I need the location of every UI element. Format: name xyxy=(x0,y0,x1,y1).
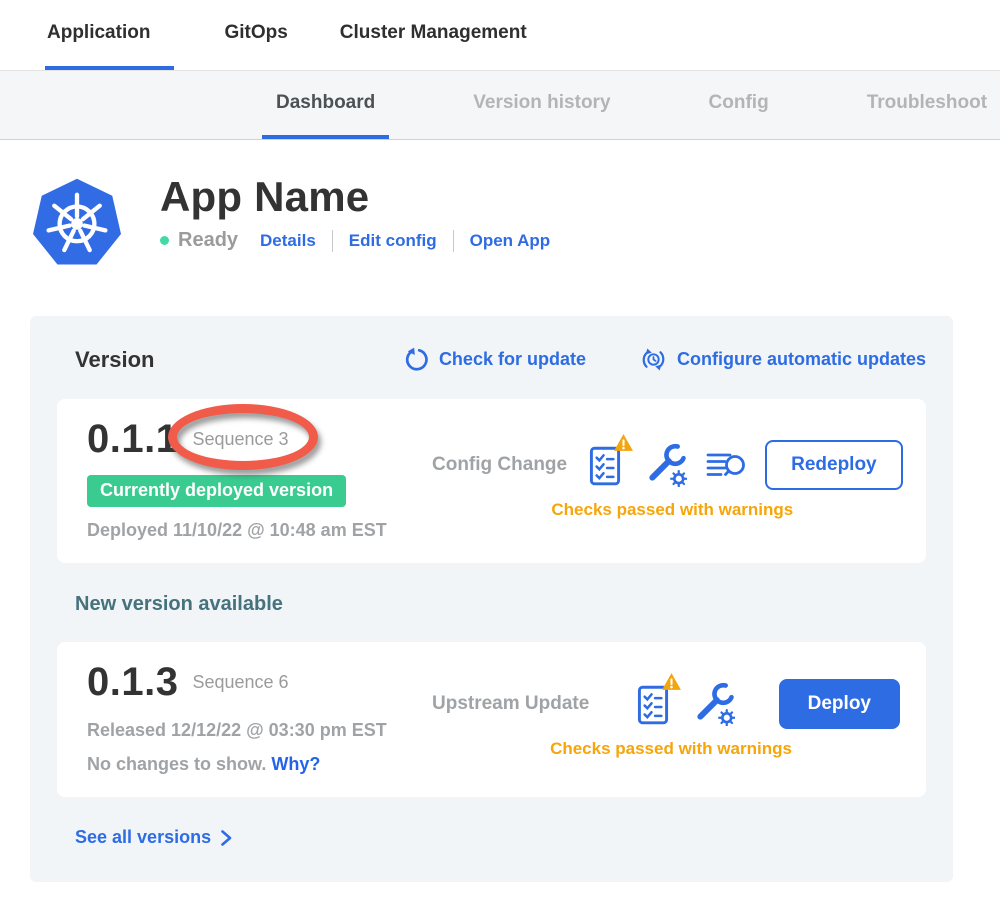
new-sequence-label: Sequence 6 xyxy=(192,672,288,693)
top-nav: Application GitOps Cluster Management xyxy=(0,0,1000,70)
version-panel: Version Check for update xyxy=(30,316,953,882)
status-dot-icon xyxy=(160,236,169,245)
no-changes-text: No changes to show. xyxy=(87,754,266,774)
wrench-gear-icon[interactable] xyxy=(643,443,687,487)
check-for-update-label: Check for update xyxy=(439,349,586,370)
see-all-versions-link[interactable]: See all versions xyxy=(75,827,233,848)
version-panel-actions: Check for update Configure automatic upd… xyxy=(404,346,926,373)
current-version-info: 0.1.1 Sequence 3 Currently deployed vers… xyxy=(87,419,432,541)
edit-config-link[interactable]: Edit config xyxy=(349,231,437,251)
check-for-update-link[interactable]: Check for update xyxy=(404,347,586,372)
kubernetes-logo-icon xyxy=(30,172,124,272)
sub-tab-config[interactable]: Config xyxy=(695,71,783,139)
details-link[interactable]: Details xyxy=(260,231,316,251)
version-panel-header: Version Check for update xyxy=(57,346,926,373)
current-sequence-label: Sequence 3 xyxy=(192,429,288,449)
new-version-number: 0.1.3 xyxy=(87,662,178,702)
new-version-card: 0.1.3 Sequence 6 Released 12/12/22 @ 03:… xyxy=(57,642,926,797)
sub-tab-version-history[interactable]: Version history xyxy=(459,71,624,139)
why-link[interactable]: Why? xyxy=(271,754,320,774)
no-changes-row: No changes to show. Why? xyxy=(87,754,432,775)
checks-status-new: Checks passed with warnings xyxy=(432,739,900,759)
current-version-number: 0.1.1 xyxy=(87,419,178,459)
status-badge: Ready xyxy=(178,229,238,252)
change-type-label: Upstream Update xyxy=(432,693,589,715)
deploy-button[interactable]: Deploy xyxy=(779,679,900,729)
app-header: App Name Ready Details Edit config Open … xyxy=(30,172,1000,272)
see-all-versions-label: See all versions xyxy=(75,827,211,848)
new-version-info: 0.1.3 Sequence 6 Released 12/12/22 @ 03:… xyxy=(87,662,432,775)
change-type-label: Config Change xyxy=(432,454,567,476)
app-status-row: Ready Details Edit config Open App xyxy=(160,229,550,252)
warning-triangle-icon xyxy=(613,433,634,452)
version-heading: Version xyxy=(75,347,154,373)
auto-update-clock-icon xyxy=(640,346,667,373)
new-version-actions: Upstream Update xyxy=(432,679,900,759)
checks-status-current: Checks passed with warnings xyxy=(432,500,903,520)
wrench-gear-icon[interactable] xyxy=(691,682,735,726)
currently-deployed-badge: Currently deployed version xyxy=(87,475,346,507)
current-version-card: 0.1.1 Sequence 3 Currently deployed vers… xyxy=(57,399,926,563)
version-check-icons xyxy=(633,681,735,727)
current-version-actions: Config Change xyxy=(432,440,903,520)
deployed-timestamp: Deployed 11/10/22 @ 10:48 am EST xyxy=(87,520,432,541)
configure-automatic-updates-link[interactable]: Configure automatic updates xyxy=(640,346,926,373)
chevron-right-icon xyxy=(220,829,233,847)
redeploy-button[interactable]: Redeploy xyxy=(765,440,903,490)
top-tab-gitops[interactable]: GitOps xyxy=(222,0,289,70)
divider xyxy=(332,230,333,252)
top-tab-cluster-management[interactable]: Cluster Management xyxy=(338,0,529,70)
open-app-link[interactable]: Open App xyxy=(470,231,551,251)
configure-automatic-updates-label: Configure automatic updates xyxy=(677,349,926,370)
sub-tab-troubleshoot[interactable]: Troubleshoot xyxy=(853,71,1000,139)
page-title: App Name xyxy=(160,174,550,220)
sub-nav: Dashboard Version history Config Trouble… xyxy=(0,70,1000,140)
app-header-text: App Name Ready Details Edit config Open … xyxy=(160,172,550,272)
refresh-icon xyxy=(404,347,429,372)
view-files-magnifier-icon[interactable] xyxy=(705,449,747,481)
divider xyxy=(453,230,454,252)
version-check-icons xyxy=(585,442,747,488)
released-timestamp: Released 12/12/22 @ 03:30 pm EST xyxy=(87,720,432,741)
new-version-available-heading: New version available xyxy=(75,593,926,616)
sub-tab-dashboard[interactable]: Dashboard xyxy=(262,71,389,139)
warning-triangle-icon xyxy=(661,672,682,691)
top-tab-application[interactable]: Application xyxy=(45,0,174,70)
